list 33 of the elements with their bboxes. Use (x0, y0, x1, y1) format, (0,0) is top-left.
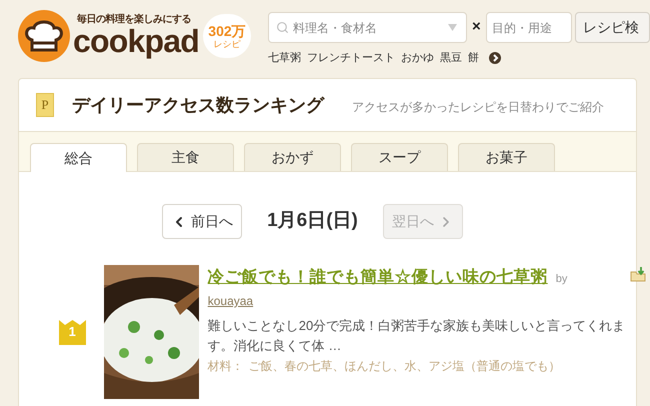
keyword-link[interactable]: フレンチトースト (306, 50, 395, 66)
ranking-title: デイリーアクセス数ランキング (72, 94, 324, 116)
keyword-link[interactable]: 餅 (468, 50, 479, 66)
ingredients-text: ご飯、春の七草、ほんだし、水、アジ塩（普通の塩でも） (248, 358, 561, 375)
ranking-badge: P (36, 93, 54, 117)
search-icon (276, 21, 289, 34)
joiner-text: × (472, 17, 481, 38)
recipe-description: 難しいことなし20分で完成！白粥苦手な家族も美味しいと言ってくれます。消化に良くて体 … (208, 317, 626, 355)
category-tab[interactable]: 総合 (30, 143, 127, 172)
previous-day-button[interactable]: 前日へ (162, 204, 242, 239)
folder-download-icon[interactable] (630, 267, 646, 282)
category-tab[interactable]: スープ (351, 143, 448, 171)
category-tab[interactable]: 主食 (137, 143, 234, 171)
by-text: by (556, 273, 568, 285)
chef-hat-logo-icon (18, 10, 70, 62)
rank-crown-badge: 1 (58, 320, 86, 344)
keyword-link[interactable]: 七草粥 (268, 50, 301, 66)
category-tab[interactable]: おかず (244, 143, 341, 171)
author-link[interactable]: kouayaa (208, 292, 254, 310)
keyword-link[interactable]: おかゆ (400, 50, 434, 66)
date-heading: 1月6日(日) (267, 209, 358, 234)
recipe-search-button[interactable]: レシピ検 (574, 12, 650, 43)
keyword-link[interactable]: 黒豆 (440, 50, 462, 66)
logo-wordmark: cookpad (73, 25, 199, 57)
logo-tagline: 毎日の料理を楽しみにする (77, 15, 192, 25)
ranking-subtitle: アクセスが多かったレシピを日替わりでご紹介 (352, 99, 604, 116)
search-field[interactable]: 料理名・食材名 (268, 12, 467, 43)
dropdown-triangle-icon (448, 24, 457, 31)
purpose-field[interactable]: 目的・用途 (486, 12, 572, 43)
recipe-count-bubble: 302万 レシピ (202, 14, 251, 58)
category-tab[interactable]: お菓子 (458, 143, 555, 171)
ingredients-label: 材料： (208, 358, 244, 375)
chevron-circle-icon[interactable] (488, 52, 501, 64)
